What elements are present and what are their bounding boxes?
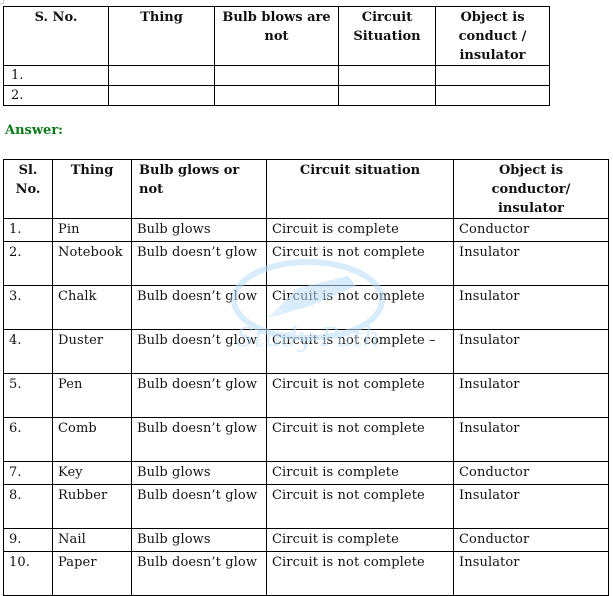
- header-bulb-glows: Bulb glows or not: [131, 159, 267, 219]
- object-type-cell: Insulator: [453, 551, 609, 596]
- circuit-situation-cell: Circuit is not complete: [266, 417, 454, 462]
- bulb-status-cell: Bulb glows: [131, 528, 267, 552]
- circuit-situation-cell: Circuit is complete: [266, 528, 454, 552]
- answer-label: Answer:: [5, 123, 63, 138]
- bulb-status-cell: Bulb glows: [131, 461, 267, 485]
- question-table-cell: [338, 65, 436, 86]
- sl-no-cell: 5.: [3, 373, 53, 418]
- question-table: S. No. Thing Bulb blows are not Circuit …: [3, 6, 550, 106]
- thing-cell: Pen: [52, 373, 132, 418]
- answer-table-row: 9. Nail Bulb glows Circuit is complete Condu…: [3, 528, 609, 552]
- thing-cell: Rubber: [52, 484, 132, 529]
- question-table-cell: [435, 65, 550, 86]
- bulb-status-cell: Bulb doesn’t glow: [131, 484, 267, 529]
- circuit-situation-cell: Circuit is not complete: [266, 285, 454, 330]
- answer-table-row: 4. Duster Bulb doesn’t glow Circuit is not …: [3, 329, 609, 374]
- thing-cell: Paper: [52, 551, 132, 596]
- object-type-cell: Insulator: [453, 329, 609, 374]
- page-corner-mark: [0, 0, 4, 4]
- object-type-cell: Insulator: [453, 484, 609, 529]
- sl-no-cell: 6.: [3, 417, 53, 462]
- circuit-situation-cell: Circuit is not complete –: [266, 329, 454, 374]
- thing-cell: Key: [52, 461, 132, 485]
- thing-cell: Nail: [52, 528, 132, 552]
- header-object-type: Object is conductor/ insulator: [453, 159, 609, 219]
- sl-no-cell: 9.: [3, 528, 53, 552]
- header-circuit-situation: Circuit situation: [266, 159, 454, 219]
- sl-no-cell: 10.: [3, 551, 53, 596]
- thing-cell: Pin: [52, 218, 132, 242]
- question-table-cell: [108, 65, 215, 86]
- answer-table: Sl. No. Thing Bulb glows or not Circuit …: [3, 159, 609, 596]
- object-type-cell: Conductor: [453, 528, 609, 552]
- object-type-cell: Insulator: [453, 417, 609, 462]
- header-object: Object is conduct / insulator: [435, 6, 550, 66]
- question-table-cell: 1.: [3, 65, 109, 86]
- question-table-cell: [338, 85, 436, 106]
- sl-no-cell: 7.: [3, 461, 53, 485]
- object-type-cell: Insulator: [453, 241, 609, 286]
- object-type-cell: Conductor: [453, 461, 609, 485]
- circuit-situation-cell: Circuit is complete: [266, 218, 454, 242]
- header-bulb: Bulb blows are not: [214, 6, 339, 66]
- thing-cell: Notebook: [52, 241, 132, 286]
- answer-table-row: 5. Pen Bulb doesn’t glow Circuit is not com…: [3, 373, 609, 418]
- object-type-cell: Insulator: [453, 373, 609, 418]
- question-table-cell: [214, 65, 339, 86]
- bulb-status-cell: Bulb doesn’t glow: [131, 329, 267, 374]
- circuit-situation-cell: Circuit is not complete: [266, 373, 454, 418]
- question-table-cell: [435, 85, 550, 106]
- object-type-cell: Conductor: [453, 218, 609, 242]
- bulb-status-cell: Bulb doesn’t glow: [131, 417, 267, 462]
- answer-table-row: 6. Comb Bulb doesn’t glow Circuit is not co…: [3, 417, 609, 462]
- sl-no-cell: 3.: [3, 285, 53, 330]
- thing-cell: Comb: [52, 417, 132, 462]
- sl-no-cell: 1.: [3, 218, 53, 242]
- circuit-situation-cell: Circuit is not complete: [266, 551, 454, 596]
- thing-cell: Chalk: [52, 285, 132, 330]
- bulb-status-cell: Bulb doesn’t glow: [131, 373, 267, 418]
- answer-table-row: 8. Rubber Bulb doesn’t glow Circuit is not …: [3, 484, 609, 529]
- question-table-row: 1.: [3, 65, 550, 86]
- circuit-situation-cell: Circuit is complete: [266, 461, 454, 485]
- header-thing: Thing: [52, 159, 132, 219]
- question-table-cell: [214, 85, 339, 106]
- header-circuit: Circuit Situation: [338, 6, 436, 66]
- question-table-row: 2.: [3, 85, 550, 106]
- bulb-status-cell: Bulb doesn’t glow: [131, 551, 267, 596]
- header-thing: Thing: [108, 6, 215, 66]
- answer-table-row: 3. Chalk Bulb doesn’t glow Circuit is not c…: [3, 285, 609, 330]
- answer-table-row: 2. Notebook Bulb doesn’t glow Circuit is no…: [3, 241, 609, 286]
- bulb-status-cell: Bulb glows: [131, 218, 267, 242]
- sl-no-cell: 8.: [3, 484, 53, 529]
- header-sno: S. No.: [3, 6, 109, 66]
- answer-table-row: 10. Paper Bulb doesn’t glow Circuit is not …: [3, 551, 609, 596]
- bulb-status-cell: Bulb doesn’t glow: [131, 241, 267, 286]
- circuit-situation-cell: Circuit is not complete: [266, 241, 454, 286]
- sl-no-cell: 2.: [3, 241, 53, 286]
- object-type-cell: Insulator: [453, 285, 609, 330]
- question-table-header-row: S. No. Thing Bulb blows are not Circuit …: [3, 6, 550, 66]
- bulb-status-cell: Bulb doesn’t glow: [131, 285, 267, 330]
- sl-no-cell: 4.: [3, 329, 53, 374]
- thing-cell: Duster: [52, 329, 132, 374]
- answer-table-row: 7. Key Bulb glows Circuit is complete Conduc…: [3, 461, 609, 485]
- header-sl-no: Sl. No.: [3, 159, 53, 219]
- question-table-cell: 2.: [3, 85, 109, 106]
- question-table-cell: [108, 85, 215, 106]
- answer-table-row: 1. Pin Bulb glows Circuit is complete Conduc…: [3, 218, 609, 242]
- answer-table-header-row: Sl. No. Thing Bulb glows or not Circuit …: [3, 159, 609, 219]
- circuit-situation-cell: Circuit is not complete: [266, 484, 454, 529]
